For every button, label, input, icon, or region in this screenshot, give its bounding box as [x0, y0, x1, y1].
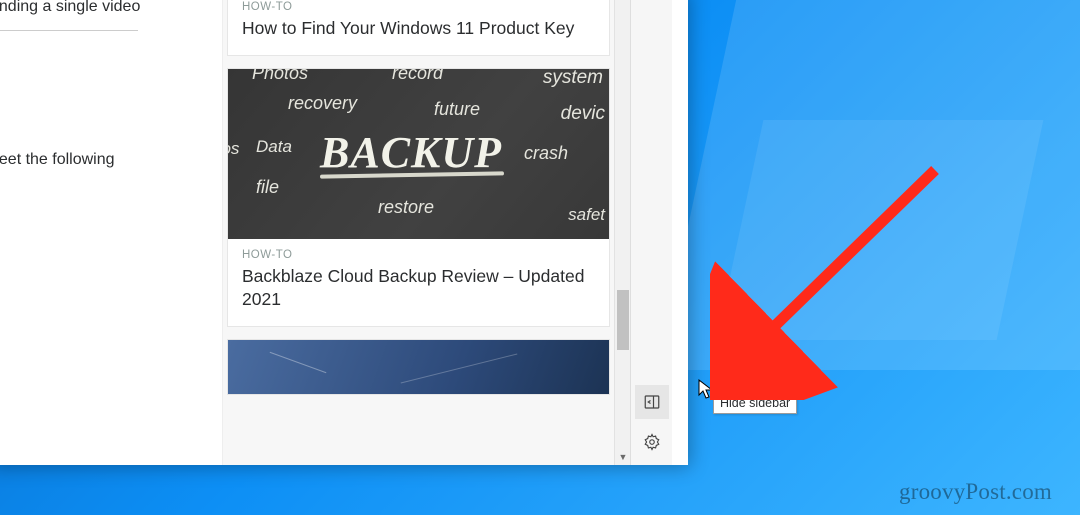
chalk-word: crash — [524, 143, 568, 164]
article-text-line: neet the following — [0, 151, 216, 169]
chalk-word: file — [256, 177, 279, 198]
feed-card[interactable]: Photos record system recovery future dev… — [227, 68, 610, 327]
chalk-word: devic — [561, 103, 605, 125]
chalk-word: Photos — [252, 69, 308, 84]
card-title[interactable]: Backblaze Cloud Backup Review – Updated … — [242, 265, 595, 312]
article-content-fragment: ending a single video neet the following — [0, 0, 222, 465]
settings-button[interactable] — [635, 425, 669, 459]
chalk-word: safet — [568, 205, 605, 225]
watermark-text: groovyPost.com — [899, 479, 1052, 505]
card-category: HOW-TO — [242, 249, 595, 261]
browser-window: ending a single video neet the following… — [0, 0, 688, 465]
scrollbar-down-arrow-icon[interactable]: ▼ — [615, 449, 631, 465]
chalk-word: Data — [256, 137, 292, 157]
gear-icon — [643, 433, 661, 451]
tooltip: Hide sidebar — [713, 392, 797, 414]
article-text-line: ending a single video — [0, 0, 216, 16]
chalk-word: restore — [378, 197, 434, 218]
panel-collapse-icon — [643, 393, 661, 411]
sidebar-feed[interactable]: HOW-TO How to Find Your Windows 11 Produ… — [222, 0, 614, 465]
card-thumbnail: Photos record system recovery future dev… — [228, 69, 609, 239]
card-category: HOW-TO — [242, 1, 595, 13]
feed-scrollbar-thumb[interactable] — [617, 290, 629, 350]
feed-scrollbar-track[interactable]: ▼ — [614, 0, 630, 465]
chalk-word: recovery — [288, 93, 357, 114]
card-thumbnail-partial[interactable] — [227, 339, 610, 395]
hide-sidebar-button[interactable] — [635, 385, 669, 419]
chalk-word: future — [434, 99, 480, 120]
edge-sidebar-rail — [630, 0, 672, 465]
card-title[interactable]: How to Find Your Windows 11 Product Key — [242, 17, 595, 41]
chalk-word: eos — [228, 139, 239, 159]
feed-card[interactable]: HOW-TO How to Find Your Windows 11 Produ… — [227, 0, 610, 56]
chalk-word: system — [543, 69, 603, 89]
chalk-word: record — [392, 69, 443, 84]
chalk-main-word: BACKUP — [320, 127, 502, 178]
